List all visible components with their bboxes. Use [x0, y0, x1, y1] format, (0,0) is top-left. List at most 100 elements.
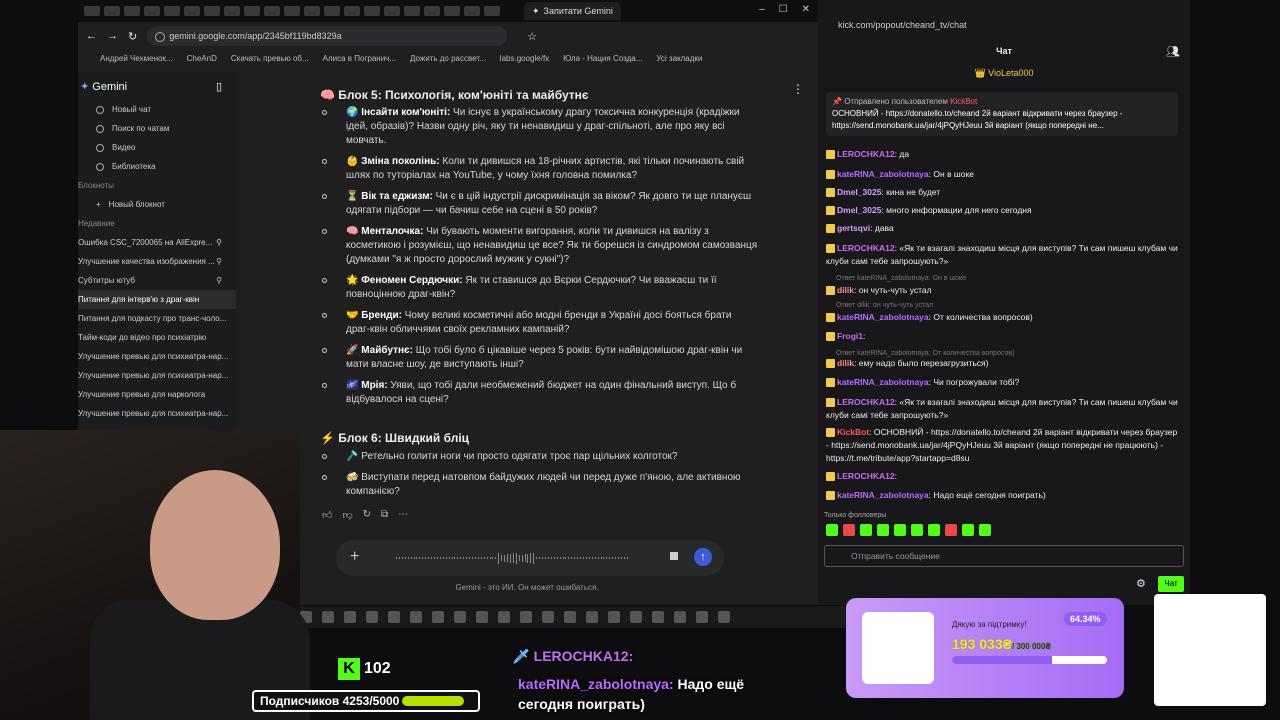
bookmark[interactable]: labs.google/fx — [500, 54, 549, 63]
thumbs-down-icon[interactable]: 👎︎ — [342, 509, 352, 521]
taskbar-app-icon[interactable] — [432, 611, 444, 623]
taskbar-app-icon[interactable] — [564, 611, 576, 623]
recent-chat[interactable]: Тайм-коди до відео про психіатрію — [78, 328, 236, 347]
tab[interactable] — [264, 6, 280, 16]
add-icon[interactable]: + — [350, 548, 359, 566]
back-icon[interactable]: ← — [86, 30, 97, 42]
forward-icon[interactable]: → — [107, 30, 118, 42]
tab[interactable] — [324, 6, 340, 16]
recent-chat[interactable]: Улучшение превью для психиатра-нар... — [78, 347, 236, 366]
recent-chat-active[interactable]: Питання для інтерв'ю з драг-квін — [78, 290, 236, 309]
bookmark[interactable]: Скачать превью об... — [231, 54, 309, 63]
emote[interactable] — [877, 524, 889, 536]
tab[interactable] — [404, 6, 420, 16]
more-icon[interactable]: ⋯ — [398, 509, 408, 521]
chat-username[interactable]: LEROCHKA12 — [837, 149, 895, 159]
collapse-sidebar-icon[interactable]: ▯ — [216, 80, 222, 93]
tab[interactable] — [164, 6, 180, 16]
regenerate-icon[interactable]: ↻ — [363, 509, 371, 521]
taskbar-app-icon[interactable] — [454, 611, 466, 623]
tab[interactable] — [464, 6, 480, 16]
video-button[interactable]: Видео — [78, 138, 236, 157]
taskbar-app-icon[interactable] — [586, 611, 598, 623]
chat-username[interactable]: kateRINA_zabolotnaya — [837, 169, 929, 179]
stop-icon[interactable] — [670, 552, 678, 560]
recent-chat[interactable]: Питання для подкасту про транс-чоло... — [78, 309, 236, 328]
emote[interactable] — [843, 524, 855, 536]
taskbar-app-icon[interactable] — [498, 611, 510, 623]
tab[interactable] — [204, 6, 220, 16]
emote[interactable] — [894, 524, 906, 536]
tab[interactable] — [104, 6, 120, 16]
tab-gemini[interactable]: ✦ Запитати Gemini — [524, 2, 621, 20]
emote[interactable] — [928, 524, 940, 536]
taskbar-app-icon[interactable] — [344, 611, 356, 623]
taskbar-app-icon[interactable] — [410, 611, 422, 623]
taskbar-app-icon[interactable] — [674, 611, 686, 623]
recent-chat[interactable]: Улучшение качества изображения ... ⚲ — [78, 252, 236, 271]
chat-username[interactable]: LEROCHKA12 — [837, 471, 895, 481]
tab[interactable] — [304, 6, 320, 16]
more-options-icon[interactable]: ⋮ — [792, 82, 804, 96]
settings-icon[interactable]: ⚙ — [1136, 577, 1146, 590]
tab[interactable] — [444, 6, 460, 16]
users-icon[interactable]: 👥︎ — [1166, 45, 1180, 58]
chat-username[interactable]: kateRINA_zabolotnaya — [837, 377, 929, 387]
tab[interactable] — [184, 6, 200, 16]
tab[interactable] — [284, 6, 300, 16]
taskbar-app-icon[interactable] — [542, 611, 554, 623]
emote[interactable] — [945, 524, 957, 536]
chat-message-input[interactable]: Отправить сообщение — [824, 545, 1184, 567]
bookmark[interactable]: CheAnD — [187, 54, 217, 63]
bookmark[interactable]: Андрей Чехменок... — [100, 54, 173, 63]
library-button[interactable]: Библиотека — [78, 157, 236, 176]
taskbar-app-icon[interactable] — [718, 611, 730, 623]
thumbs-up-icon[interactable]: 👍︎ — [322, 509, 332, 521]
close-icon[interactable]: ✕ — [802, 4, 810, 15]
chat-username[interactable]: gertsqvi — [837, 223, 870, 233]
reload-icon[interactable]: ↻ — [128, 30, 137, 43]
send-button[interactable]: ↑ — [694, 548, 712, 566]
emote[interactable] — [826, 524, 838, 536]
tab[interactable] — [224, 6, 240, 16]
address-field[interactable]: gemini.google.com/app/2345bf119bd8329a — [147, 26, 508, 46]
copy-icon[interactable]: ⧉ — [381, 509, 388, 521]
star-icon[interactable]: ☆ — [527, 30, 537, 43]
recent-chat[interactable]: Улучшение превью для психиатра-нар... — [78, 404, 236, 423]
recent-chat[interactable]: Ошибка CSC_7200065 на AliExpre... ⚲ — [78, 233, 236, 252]
taskbar-app-icon[interactable] — [322, 611, 334, 623]
emote[interactable] — [979, 524, 991, 536]
pinned-message[interactable]: 📌 Отправлено пользователем KickBot ОСНОВ… — [826, 92, 1178, 136]
maximize-icon[interactable]: ☐ — [779, 4, 788, 15]
chat-username[interactable]: Dmel_3025 — [837, 187, 881, 197]
chat-username[interactable]: dilik — [837, 285, 854, 295]
bookmark[interactable]: Юла - Нация Созда... — [563, 54, 642, 63]
taskbar-app-icon[interactable] — [388, 611, 400, 623]
taskbar-app-icon[interactable] — [630, 611, 642, 623]
tab[interactable] — [364, 6, 380, 16]
tab[interactable] — [424, 6, 440, 16]
tab[interactable] — [84, 6, 100, 16]
taskbar-app-icon[interactable] — [520, 611, 532, 623]
recent-chat[interactable]: Улучшение превью для психиатра-нар... — [78, 366, 236, 385]
new-chat-button[interactable]: Новый чат — [78, 100, 236, 119]
taskbar-app-icon[interactable] — [696, 611, 708, 623]
chat-username[interactable]: dilik — [837, 358, 854, 368]
chat-username[interactable]: Dmel_3025 — [837, 205, 881, 215]
prompt-composer[interactable]: + ↑ — [336, 540, 724, 576]
chat-username[interactable]: LEROCHKA12 — [837, 243, 895, 253]
emote[interactable] — [962, 524, 974, 536]
chat-username[interactable]: LEROCHKA12 — [837, 397, 895, 407]
recent-chat[interactable]: Улучшение превью для нарколога — [78, 385, 236, 404]
taskbar-app-icon[interactable] — [652, 611, 664, 623]
tab[interactable] — [384, 6, 400, 16]
tab[interactable] — [244, 6, 260, 16]
chat-send-button[interactable]: Чат — [1158, 576, 1184, 592]
search-chats-button[interactable]: Поиск по чатам — [78, 119, 236, 138]
bookmark[interactable]: Усі закладки — [656, 54, 702, 63]
new-notebook-button[interactable]: + Новый блокнот — [78, 195, 236, 214]
taskbar-app-icon[interactable] — [476, 611, 488, 623]
bookmark[interactable]: Алиса в Погранич... — [323, 54, 396, 63]
emote[interactable] — [860, 524, 872, 536]
tab[interactable] — [344, 6, 360, 16]
